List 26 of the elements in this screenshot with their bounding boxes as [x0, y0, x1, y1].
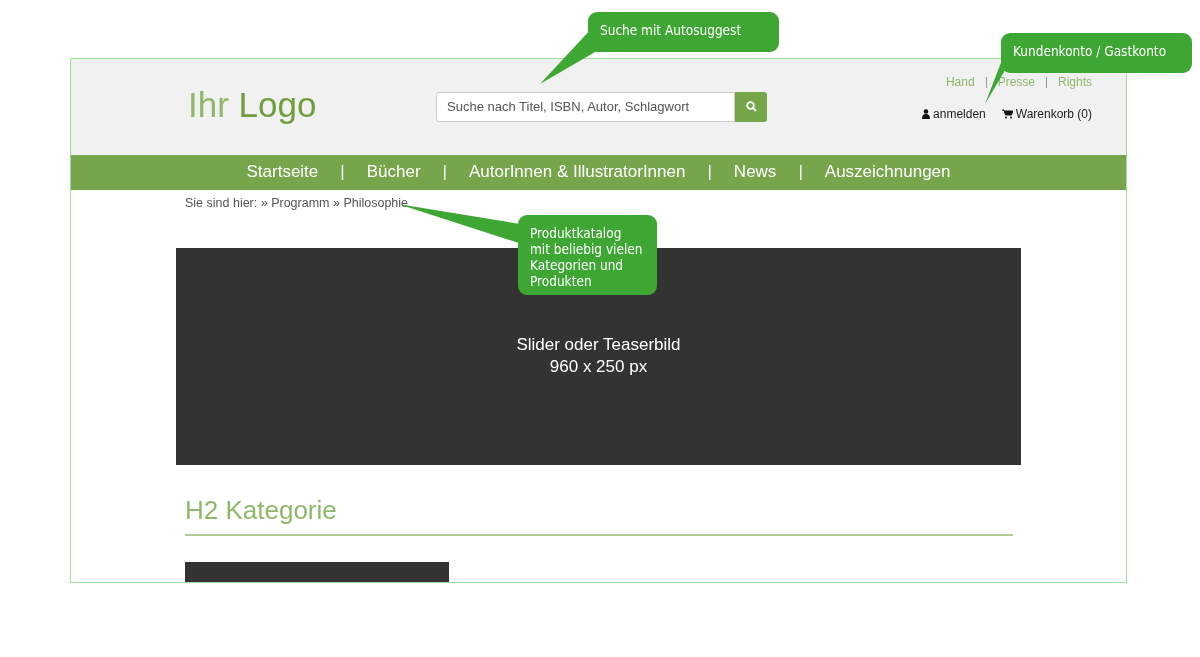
search-field[interactable]: Suche nach Titel, ISBN, Autor, Schlagwort — [436, 91, 735, 122]
nav-item[interactable]: Bücher — [366, 162, 421, 183]
nav-item[interactable]: Auszeichnungen — [824, 162, 951, 183]
nav-separator: | — [442, 162, 447, 183]
search-button[interactable] — [735, 91, 767, 122]
slider-caption: 960 x 250 px — [549, 356, 648, 379]
nav-item[interactable]: News — [733, 162, 777, 183]
slider-caption: Slider oder Teaserbild — [516, 334, 681, 357]
breadcrumb: Sie sind hier: » Programm » Philosophie — [185, 195, 410, 210]
top-link[interactable]: Presse — [997, 75, 1035, 89]
cart-icon — [1001, 108, 1013, 119]
search-icon — [745, 101, 757, 113]
nav-item[interactable]: AutorInnen & IllustratorInnen — [469, 162, 686, 183]
nav-separator: | — [340, 162, 345, 183]
top-link[interactable]: Hand — [945, 75, 975, 89]
nav-separator: | — [798, 162, 803, 183]
cart-link[interactable]: Warenkorb (0) — [1001, 106, 1092, 121]
category-heading: H2 Kategorie — [185, 495, 1013, 536]
callout: Kundenkonto / Gastkonto — [1001, 33, 1192, 73]
callout: Produktkatalog mit beliebig vielen Kategorien und Produkten — [518, 215, 657, 295]
user-icon — [922, 108, 931, 119]
logo: Ihr Logo — [188, 84, 318, 125]
nav-separator: | — [707, 162, 712, 183]
login-link[interactable]: anmelden — [922, 106, 986, 121]
nav-item[interactable]: Startseite — [246, 162, 319, 183]
top-link[interactable]: Rights — [1058, 75, 1092, 89]
